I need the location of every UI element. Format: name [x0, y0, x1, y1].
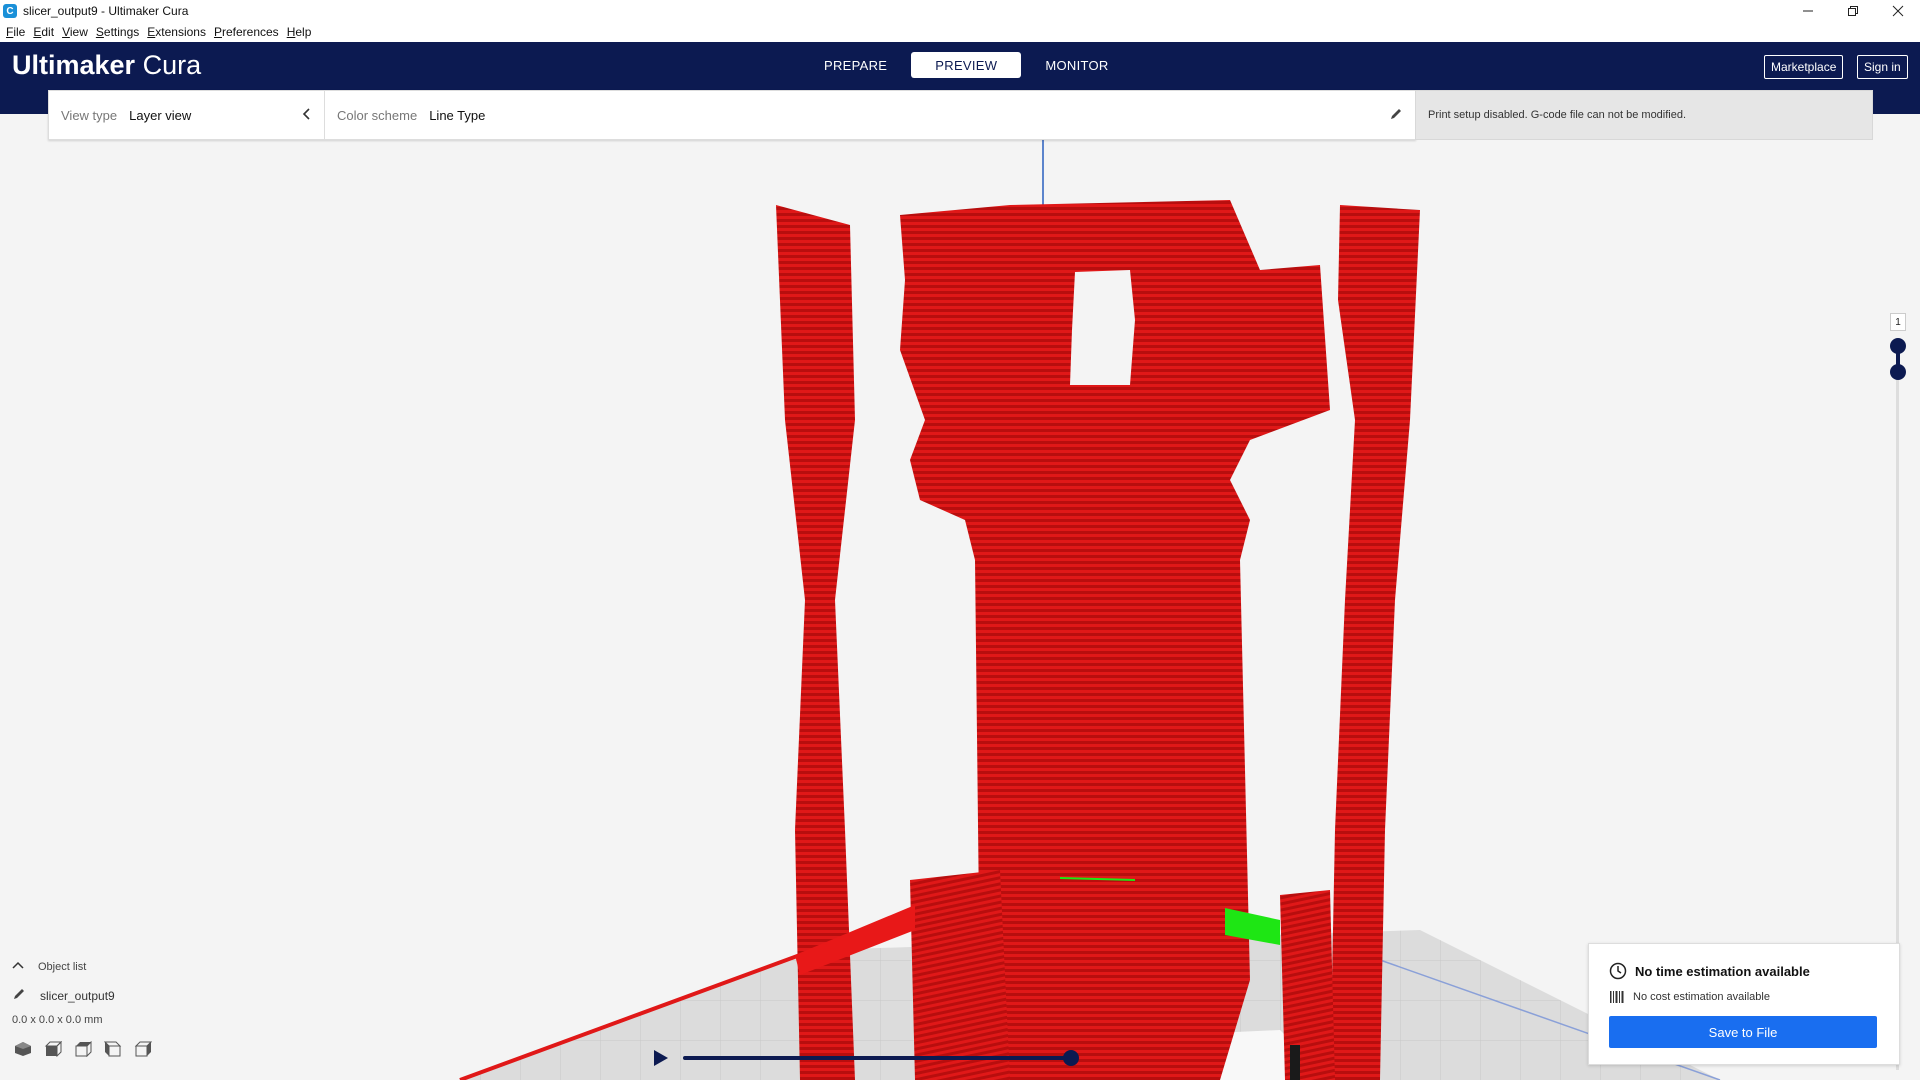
menu-help[interactable]: Help — [287, 25, 312, 39]
sign-in-button[interactable]: Sign in — [1857, 55, 1908, 79]
window-titlebar: C slicer_output9 - Ultimaker Cura — [0, 0, 1920, 22]
menu-extensions[interactable]: Extensions — [147, 25, 206, 39]
chevron-up-icon[interactable] — [12, 960, 24, 973]
front-view-icon[interactable] — [42, 1040, 64, 1058]
object-list-toggle[interactable]: Object list — [12, 960, 212, 973]
3d-viewport[interactable] — [0, 140, 1920, 1080]
layer-view-render — [459, 140, 1721, 1080]
object-name: slicer_output9 — [40, 988, 115, 1003]
menu-edit[interactable]: Edit — [33, 25, 54, 39]
barcode-icon — [1609, 990, 1625, 1004]
view-type-label: View type — [61, 107, 118, 123]
base-wall-right — [1280, 890, 1335, 1080]
color-scheme-value: Line Type — [429, 107, 486, 123]
menu-bar: File Edit View Settings Extensions Prefe… — [0, 22, 1920, 42]
maximize-icon[interactable] — [1830, 0, 1875, 22]
object-list-label: Object list — [38, 960, 87, 973]
object-dimensions: 0.0 x 0.0 x 0.0 mm — [12, 1014, 103, 1026]
play-icon[interactable] — [654, 1050, 668, 1066]
print-action-panel: No time estimation available No cost est… — [1588, 943, 1900, 1065]
3d-view-icon[interactable] — [12, 1040, 34, 1058]
view-toolbar: View type Layer view Color scheme Line T… — [48, 90, 1416, 140]
stage-tabs: PREPARE PREVIEW MONITOR — [800, 52, 1133, 78]
save-to-file-button[interactable]: Save to File — [1609, 1016, 1877, 1048]
cost-estimate-text: No cost estimation available — [1633, 991, 1770, 1003]
clock-icon — [1609, 962, 1627, 980]
menu-preferences[interactable]: Preferences — [214, 25, 279, 39]
top-view-icon[interactable] — [72, 1040, 94, 1058]
tab-preview[interactable]: PREVIEW — [911, 52, 1022, 78]
object-list-item[interactable]: slicer_output9 — [12, 987, 212, 1004]
close-icon[interactable] — [1875, 0, 1920, 22]
view-type-value: Layer view — [129, 107, 192, 123]
minimize-icon[interactable] — [1785, 0, 1830, 22]
marketplace-button[interactable]: Marketplace — [1764, 55, 1844, 79]
print-setup-message: Print setup disabled. G-code file can no… — [1415, 90, 1873, 140]
camera-view-buttons — [12, 1040, 212, 1058]
menu-view[interactable]: View — [62, 25, 88, 39]
right-view-icon[interactable] — [132, 1040, 154, 1058]
left-view-icon[interactable] — [102, 1040, 124, 1058]
base-wall-left — [910, 870, 1010, 1080]
pencil-icon[interactable] — [12, 987, 26, 1004]
path-slider-handle[interactable] — [1063, 1050, 1079, 1066]
tab-prepare[interactable]: PREPARE — [800, 52, 911, 78]
layer-number-label[interactable]: 1 — [1890, 313, 1906, 331]
tab-monitor[interactable]: MONITOR — [1021, 52, 1132, 78]
menu-file[interactable]: File — [6, 25, 25, 39]
object-list-panel: Object list slicer_output9 0.0 x 0.0 x 0… — [12, 960, 212, 1070]
brand-logo: Ultimaker Cura — [12, 50, 202, 80]
color-scheme-label: Color scheme — [337, 107, 418, 123]
layer-slider-lower-handle[interactable] — [1890, 364, 1906, 380]
cura-app-icon: C — [3, 4, 17, 18]
chevron-left-icon[interactable] — [302, 107, 312, 126]
path-slider-track[interactable] — [683, 1056, 1073, 1060]
window-title: slicer_output9 - Ultimaker Cura — [23, 4, 189, 18]
pencil-icon[interactable] — [1389, 107, 1403, 126]
menu-settings[interactable]: Settings — [96, 25, 139, 39]
view-type-selector[interactable]: View type Layer view — [49, 91, 324, 139]
color-scheme-selector[interactable]: Color scheme Line Type — [325, 91, 1415, 139]
time-estimate-text: No time estimation available — [1635, 963, 1810, 979]
setup-disabled-text: Print setup disabled. G-code file can no… — [1428, 109, 1687, 121]
